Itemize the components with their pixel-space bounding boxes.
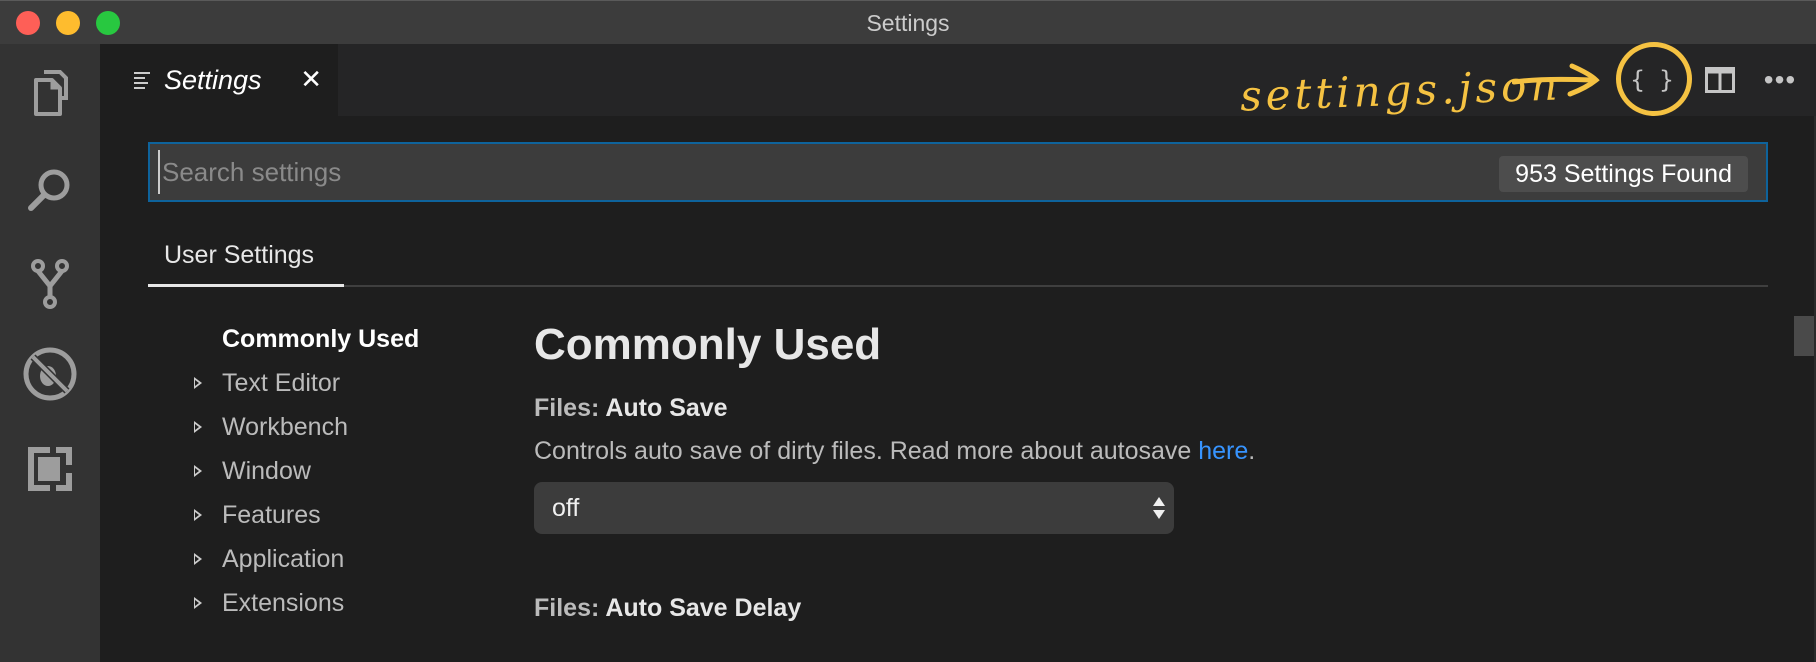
setting-category: Files: (534, 394, 606, 422)
close-tab-icon[interactable]: ✕ (300, 64, 322, 95)
title-bar: Settings (0, 0, 1816, 44)
toc-item-label: Window (222, 457, 311, 485)
settings-list-icon (134, 72, 150, 89)
select-value: off (552, 494, 580, 522)
activity-debug[interactable] (20, 344, 80, 404)
chevron-right-icon (194, 377, 202, 389)
setting-description: Controls auto save of dirty files. Read … (534, 437, 1734, 466)
activity-explorer[interactable] (20, 64, 80, 124)
chevron-right-icon (194, 553, 202, 565)
window-title: Settings (866, 10, 950, 36)
auto-save-select[interactable]: off (534, 482, 1174, 534)
toc-item-workbench[interactable]: Workbench (190, 408, 490, 452)
activity-bar (0, 44, 100, 662)
toc-item-label: Text Editor (222, 369, 341, 397)
toc-item-text-editor[interactable]: Text Editor (190, 364, 490, 408)
setting-files-auto-save-delay: Files: Auto Save Delay (534, 594, 1734, 623)
open-settings-json-button[interactable]: { } (1630, 60, 1674, 100)
toc-item-label: Application (222, 545, 345, 573)
settings-scope-tabs: User Settings (148, 232, 1768, 287)
search-icon (28, 169, 70, 211)
no-bug-icon (23, 347, 77, 401)
setting-title: Files: Auto Save Delay (534, 594, 1734, 623)
toc-item-window[interactable]: Window (190, 452, 490, 496)
tab-settings[interactable]: Settings ✕ (100, 44, 338, 116)
setting-title: Files: Auto Save (534, 394, 1734, 423)
toc-item-label: Workbench (222, 413, 348, 441)
setting-name: Auto Save (605, 394, 728, 422)
toc-item-application[interactable]: Application (190, 540, 490, 584)
tab-label: Settings (164, 64, 262, 95)
toc-item-label: Extensions (222, 589, 345, 617)
git-branch-icon (31, 259, 69, 309)
toc-item-features[interactable]: Features (190, 496, 490, 540)
settings-count-badge: 953 Settings Found (1499, 156, 1748, 192)
scrollbar-thumb[interactable] (1794, 316, 1814, 356)
extensions-icon (28, 447, 72, 491)
search-input[interactable] (158, 150, 1458, 194)
toc-item-label: Features (222, 501, 321, 529)
toc-item-label: Commonly Used (222, 325, 420, 353)
description-text: Controls auto save of dirty files. Read … (534, 437, 1199, 465)
split-editor-button[interactable] (1700, 60, 1740, 100)
split-editor-icon (1705, 67, 1735, 93)
settings-search-box: 953 Settings Found (148, 142, 1768, 202)
chevron-right-icon (194, 597, 202, 609)
chevron-right-icon (194, 465, 202, 477)
chevron-right-icon (194, 421, 202, 433)
description-suffix: . (1248, 437, 1256, 465)
more-actions-button[interactable]: ••• (1760, 60, 1800, 100)
settings-list: Commonly Used Files: Auto Save Controls … (534, 320, 1734, 623)
files-icon (34, 70, 68, 116)
activity-search[interactable] (20, 161, 80, 221)
setting-category: Files: (534, 594, 606, 622)
toc-item-commonly-used[interactable]: Commonly Used (190, 320, 490, 364)
activity-extensions[interactable] (20, 439, 80, 499)
activity-source-control[interactable] (20, 254, 80, 314)
settings-toc: Commonly Used Text Editor Workbench Wind… (190, 320, 490, 628)
toc-item-extensions[interactable]: Extensions (190, 584, 490, 628)
setting-name: Auto Save Delay (605, 594, 802, 622)
annotation-arrow-icon (1512, 63, 1600, 97)
chevron-right-icon (194, 509, 202, 521)
up-down-arrows-icon (1153, 497, 1165, 519)
setting-files-auto-save: Files: Auto Save Controls auto save of d… (534, 394, 1734, 534)
tab-user-settings[interactable]: User Settings (148, 232, 344, 287)
autosave-docs-link[interactable]: here (1198, 437, 1248, 465)
section-title: Commonly Used (534, 320, 882, 369)
